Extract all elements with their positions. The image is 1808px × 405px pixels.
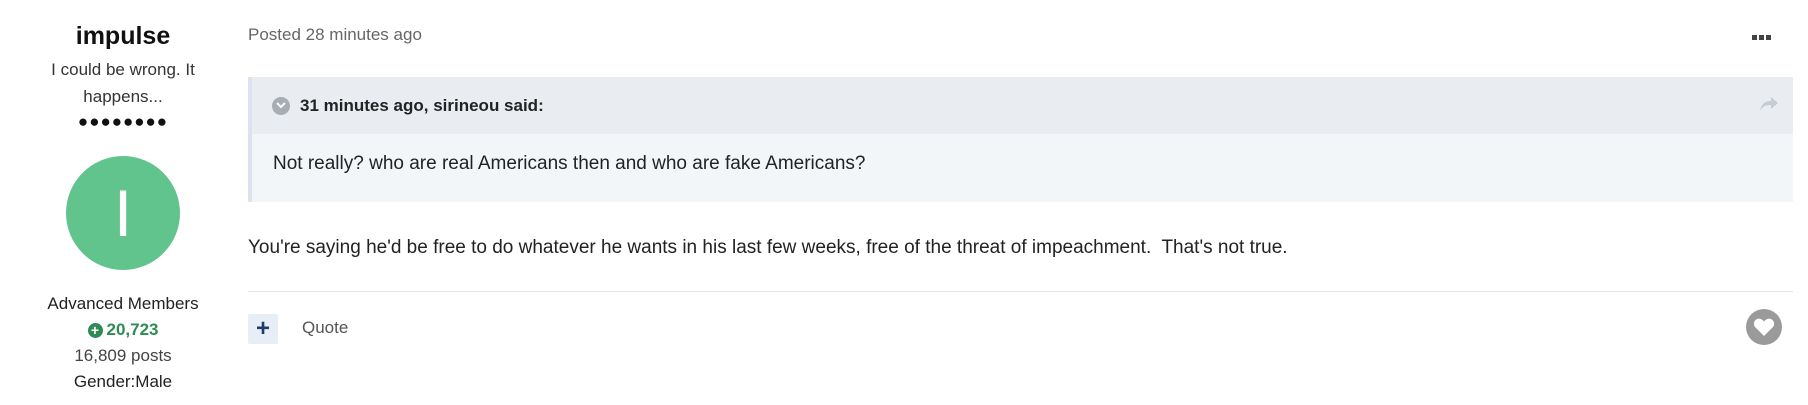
post-count: 16,809 posts — [74, 346, 172, 365]
quote-header: 31 minutes ago, sirineou said: — [252, 77, 1793, 134]
forum-post: impulse I could be wrong. It happens... … — [0, 0, 1808, 405]
avatar[interactable]: I — [66, 156, 180, 270]
divider — [248, 291, 1793, 292]
rank-dots: ●●●●●●●● — [77, 112, 169, 131]
author-title: I could be wrong. It happens... — [51, 60, 195, 106]
like-button[interactable] — [1746, 309, 1782, 345]
posted-time[interactable]: Posted 28 minutes ago — [248, 25, 422, 45]
reputation-count: 20,723 — [106, 320, 159, 339]
ellipsis-icon-svg — [1752, 35, 1771, 40]
heart-icon — [1753, 318, 1775, 336]
quote-button[interactable]: Quote — [302, 318, 348, 338]
avatar-letter: I — [113, 176, 133, 250]
plus-circle-icon: + — [87, 322, 103, 338]
author-panel: impulse I could be wrong. It happens... … — [36, 20, 210, 395]
quote-block: 31 minutes ago, sirineou said: Not reall… — [248, 77, 1793, 202]
member-group: Advanced Members — [47, 294, 199, 313]
gender: Gender:Male — [73, 372, 173, 391]
plus-icon: + — [255, 315, 270, 342]
ellipsis-icon[interactable] — [1752, 28, 1772, 42]
quote-text: Not really? who are real Americans then … — [273, 153, 866, 174]
author-name[interactable]: impulse — [36, 20, 210, 52]
chevron-down-icon[interactable] — [272, 96, 290, 115]
share-arrow-icon[interactable] — [1759, 95, 1779, 118]
reputation: + 20,723 — [36, 317, 210, 343]
post-body: You're saying he'd be free to do whateve… — [248, 237, 1288, 258]
quote-citation[interactable]: 31 minutes ago, sirineou said: — [300, 96, 544, 116]
multiquote-button[interactable]: + — [248, 314, 278, 344]
